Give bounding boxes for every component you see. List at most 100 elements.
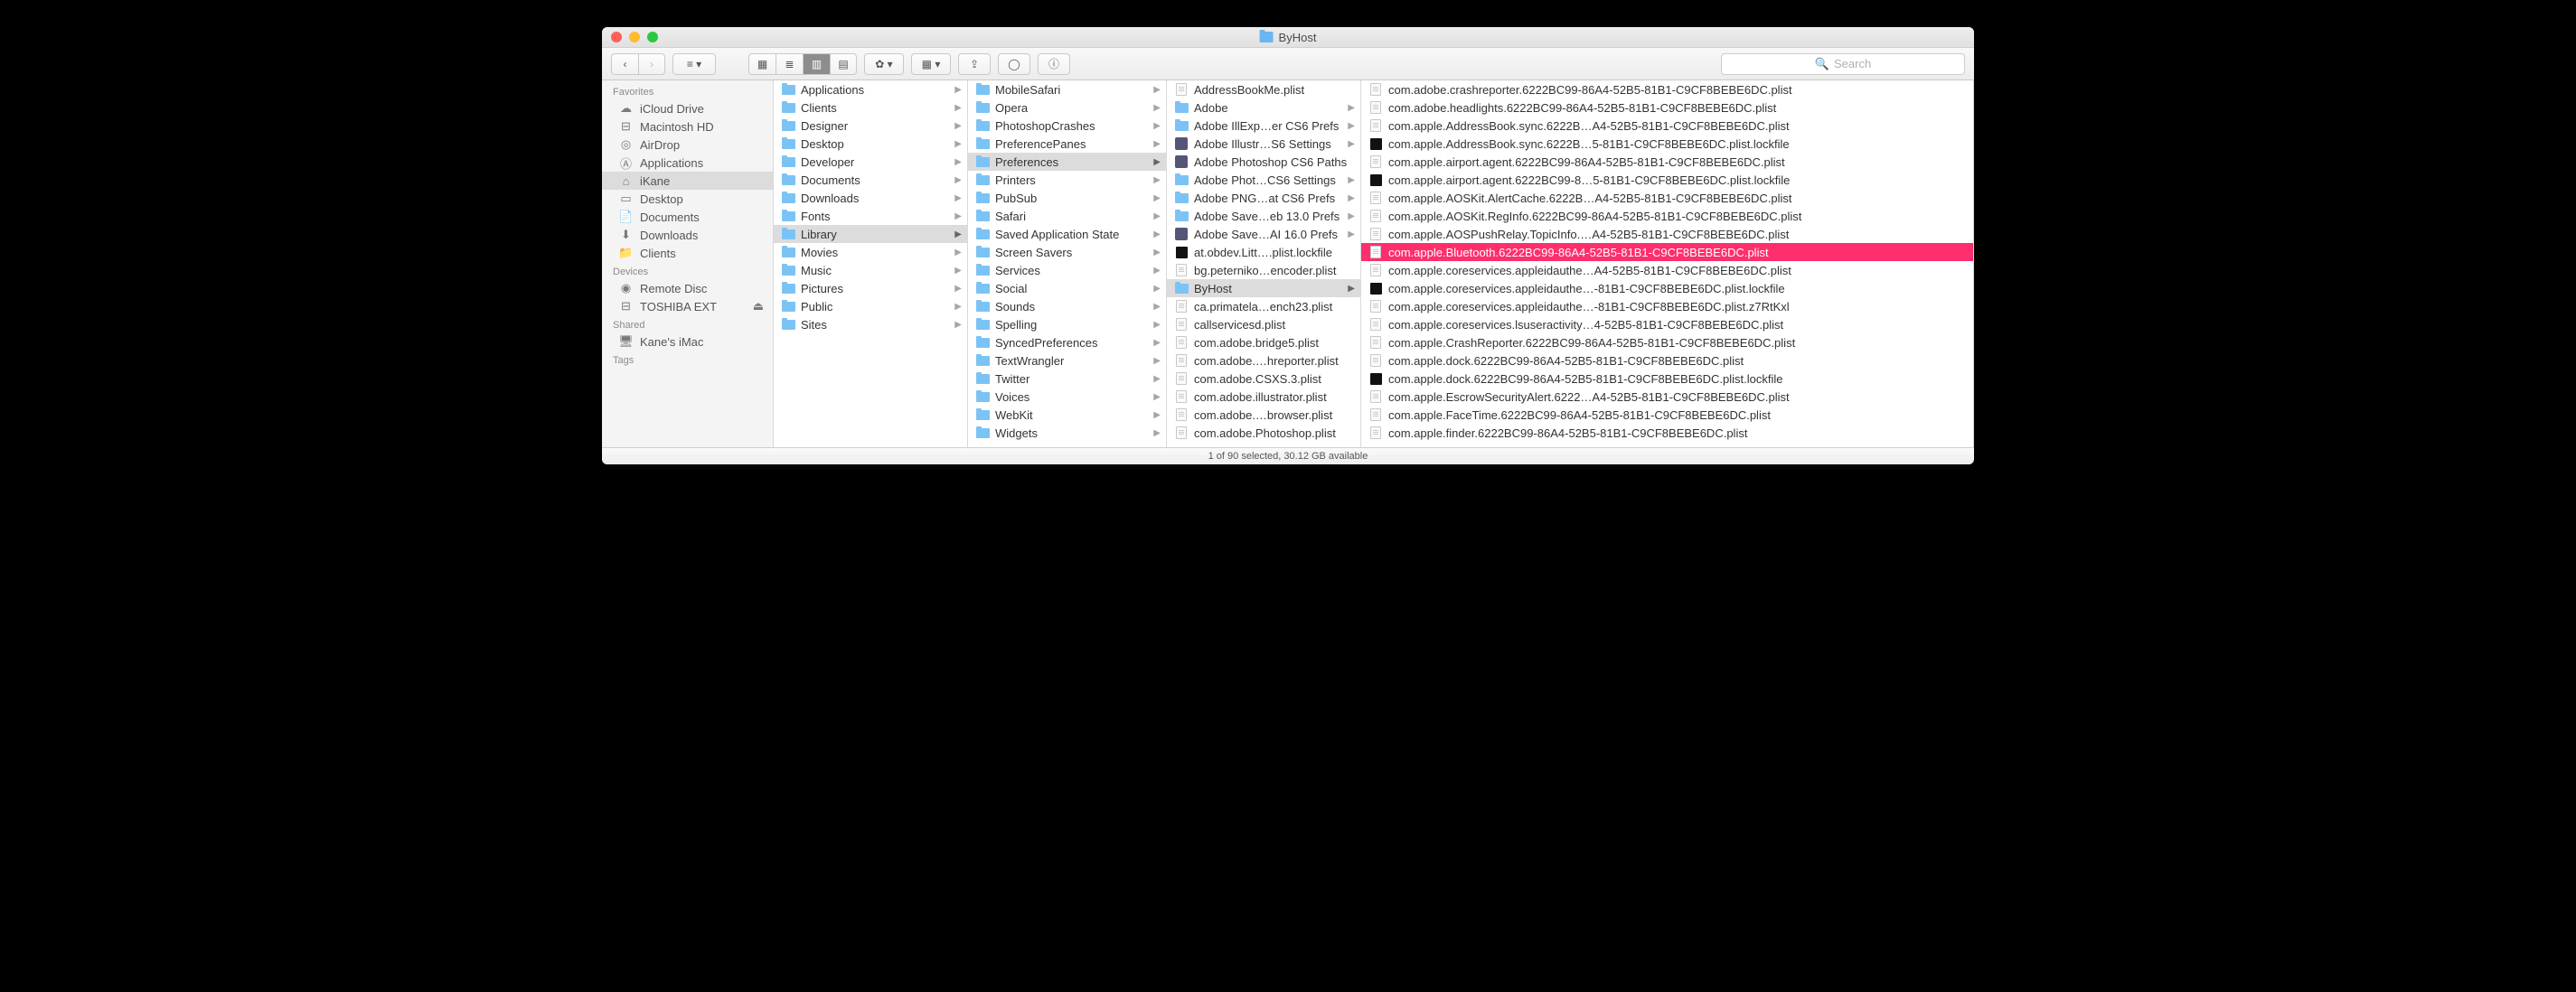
file-row[interactable]: bg.peterniko…encoder.plist <box>1167 261 1360 279</box>
file-row[interactable]: com.apple.finder.6222BC99-86A4-52B5-81B1… <box>1361 424 1973 442</box>
file-row[interactable]: com.apple.coreservices.appleidauthe…-81B… <box>1361 279 1973 297</box>
file-row[interactable]: Adobe IllExp…er CS6 Prefs▶ <box>1167 117 1360 135</box>
back-button[interactable]: ‹ <box>611 53 638 75</box>
view-coverflow-button[interactable]: ▤ <box>830 53 857 75</box>
sidebar-item-icloud-drive[interactable]: ☁︎iCloud Drive <box>602 99 773 117</box>
file-row[interactable]: Documents▶ <box>774 171 967 189</box>
eject-icon[interactable]: ⏏ <box>753 299 764 314</box>
file-row[interactable]: Library▶ <box>774 225 967 243</box>
file-row[interactable]: com.apple.AOSKit.AlertCache.6222B…A4-52B… <box>1361 189 1973 207</box>
file-row[interactable]: TextWrangler▶ <box>968 351 1166 370</box>
file-row[interactable]: PubSub▶ <box>968 189 1166 207</box>
file-row[interactable]: Desktop▶ <box>774 135 967 153</box>
file-row[interactable]: MobileSafari▶ <box>968 80 1166 98</box>
file-row[interactable]: com.apple.AddressBook.sync.6222B…5-81B1-… <box>1361 135 1973 153</box>
file-row[interactable]: Printers▶ <box>968 171 1166 189</box>
file-row[interactable]: com.apple.AOSKit.RegInfo.6222BC99-86A4-5… <box>1361 207 1973 225</box>
view-list-button[interactable]: ≣ <box>776 53 803 75</box>
file-row[interactable]: Developer▶ <box>774 153 967 171</box>
file-row[interactable]: Applications▶ <box>774 80 967 98</box>
file-row[interactable]: Screen Savers▶ <box>968 243 1166 261</box>
sidebar-item-remote-disc[interactable]: ◉Remote Disc <box>602 279 773 297</box>
file-row[interactable]: Voices▶ <box>968 388 1166 406</box>
file-row[interactable]: Safari▶ <box>968 207 1166 225</box>
file-row[interactable]: Adobe Illustr…S6 Settings▶ <box>1167 135 1360 153</box>
file-row[interactable]: com.apple.Bluetooth.6222BC99-86A4-52B5-8… <box>1361 243 1973 261</box>
file-row[interactable]: Downloads▶ <box>774 189 967 207</box>
close-button[interactable] <box>611 32 622 42</box>
file-row[interactable]: com.apple.airport.agent.6222BC99-8…5-81B… <box>1361 171 1973 189</box>
file-row[interactable]: com.adobe.CSXS.3.plist <box>1167 370 1360 388</box>
file-row[interactable]: com.adobe.illustrator.plist <box>1167 388 1360 406</box>
file-row[interactable]: Saved Application State▶ <box>968 225 1166 243</box>
sidebar-item-macintosh-hd[interactable]: ⊟Macintosh HD <box>602 117 773 136</box>
file-row[interactable]: Twitter▶ <box>968 370 1166 388</box>
file-row[interactable]: Adobe▶ <box>1167 98 1360 117</box>
file-row[interactable]: Designer▶ <box>774 117 967 135</box>
file-row[interactable]: ByHost▶ <box>1167 279 1360 297</box>
file-row[interactable]: com.adobe.crashreporter.6222BC99-86A4-52… <box>1361 80 1973 98</box>
file-row[interactable]: Public▶ <box>774 297 967 315</box>
file-row[interactable]: com.adobe.…browser.plist <box>1167 406 1360 424</box>
view-icon-button[interactable]: ▦ <box>748 53 776 75</box>
file-row[interactable]: com.apple.airport.agent.6222BC99-86A4-52… <box>1361 153 1973 171</box>
file-row[interactable]: com.apple.dock.6222BC99-86A4-52B5-81B1-C… <box>1361 351 1973 370</box>
file-row[interactable]: Spelling▶ <box>968 315 1166 333</box>
path-dropdown[interactable]: ≡ ▾ <box>672 53 716 75</box>
minimize-button[interactable] <box>629 32 640 42</box>
file-row[interactable]: com.apple.coreservices.appleidauthe…-81B… <box>1361 297 1973 315</box>
file-row[interactable]: Pictures▶ <box>774 279 967 297</box>
action-menu[interactable]: ✿ ▾ <box>864 53 904 75</box>
file-row[interactable]: Adobe Save…AI 16.0 Prefs▶ <box>1167 225 1360 243</box>
sidebar-item-downloads[interactable]: ⬇︎Downloads <box>602 226 773 244</box>
file-row[interactable]: Adobe Phot…CS6 Settings▶ <box>1167 171 1360 189</box>
file-row[interactable]: callservicesd.plist <box>1167 315 1360 333</box>
sidebar-item-toshiba-ext[interactable]: ⊟TOSHIBA EXT⏏ <box>602 297 773 315</box>
file-row[interactable]: Sounds▶ <box>968 297 1166 315</box>
sidebar-item-documents[interactable]: 📄Documents <box>602 208 773 226</box>
info-button[interactable]: ⓘ <box>1038 53 1070 75</box>
file-row[interactable]: Sites▶ <box>774 315 967 333</box>
sidebar-item-airdrop[interactable]: ◎AirDrop <box>602 136 773 154</box>
sidebar-item-kane-s-imac[interactable]: 🖥Kane's iMac <box>602 332 773 351</box>
file-row[interactable]: Social▶ <box>968 279 1166 297</box>
search-field[interactable]: 🔍 Search <box>1721 53 1965 75</box>
file-row[interactable]: com.adobe.Photoshop.plist <box>1167 424 1360 442</box>
file-row[interactable]: com.apple.AddressBook.sync.6222B…A4-52B5… <box>1361 117 1973 135</box>
file-row[interactable]: com.adobe.bridge5.plist <box>1167 333 1360 351</box>
file-row[interactable]: com.adobe.…hreporter.plist <box>1167 351 1360 370</box>
file-row[interactable]: Services▶ <box>968 261 1166 279</box>
file-row[interactable]: Adobe Save…eb 13.0 Prefs▶ <box>1167 207 1360 225</box>
sidebar-item-clients[interactable]: 📁Clients <box>602 244 773 262</box>
file-row[interactable]: PreferencePanes▶ <box>968 135 1166 153</box>
sidebar-item-desktop[interactable]: ▭Desktop <box>602 190 773 208</box>
arrange-menu[interactable]: ▦ ▾ <box>911 53 951 75</box>
file-row[interactable]: at.obdev.Litt….plist.lockfile <box>1167 243 1360 261</box>
file-row[interactable]: Preferences▶ <box>968 153 1166 171</box>
view-column-button[interactable]: ▥ <box>803 53 830 75</box>
file-row[interactable]: Music▶ <box>774 261 967 279</box>
file-row[interactable]: com.apple.FaceTime.6222BC99-86A4-52B5-81… <box>1361 406 1973 424</box>
sidebar-item-ikane[interactable]: ⌂iKane <box>602 172 773 190</box>
file-row[interactable]: ca.primatela…ench23.plist <box>1167 297 1360 315</box>
file-row[interactable]: com.adobe.headlights.6222BC99-86A4-52B5-… <box>1361 98 1973 117</box>
sidebar-item-applications[interactable]: ⒶApplications <box>602 154 773 172</box>
file-row[interactable]: Widgets▶ <box>968 424 1166 442</box>
forward-button[interactable]: › <box>638 53 665 75</box>
file-row[interactable]: Clients▶ <box>774 98 967 117</box>
file-row[interactable]: Movies▶ <box>774 243 967 261</box>
zoom-button[interactable] <box>647 32 658 42</box>
file-row[interactable]: Fonts▶ <box>774 207 967 225</box>
file-row[interactable]: com.apple.coreservices.lsuseractivity…4-… <box>1361 315 1973 333</box>
tags-button[interactable]: ◯ <box>998 53 1030 75</box>
file-row[interactable]: com.apple.EscrowSecurityAlert.6222…A4-52… <box>1361 388 1973 406</box>
file-row[interactable]: PhotoshopCrashes▶ <box>968 117 1166 135</box>
file-row[interactable]: WebKit▶ <box>968 406 1166 424</box>
file-row[interactable]: com.apple.coreservices.appleidauthe…A4-5… <box>1361 261 1973 279</box>
file-row[interactable]: AddressBookMe.plist <box>1167 80 1360 98</box>
file-row[interactable]: Opera▶ <box>968 98 1166 117</box>
file-row[interactable]: com.apple.AOSPushRelay.TopicInfo.…A4-52B… <box>1361 225 1973 243</box>
file-row[interactable]: Adobe PNG…at CS6 Prefs▶ <box>1167 189 1360 207</box>
share-button[interactable]: ⇪ <box>958 53 991 75</box>
file-row[interactable]: com.apple.CrashReporter.6222BC99-86A4-52… <box>1361 333 1973 351</box>
